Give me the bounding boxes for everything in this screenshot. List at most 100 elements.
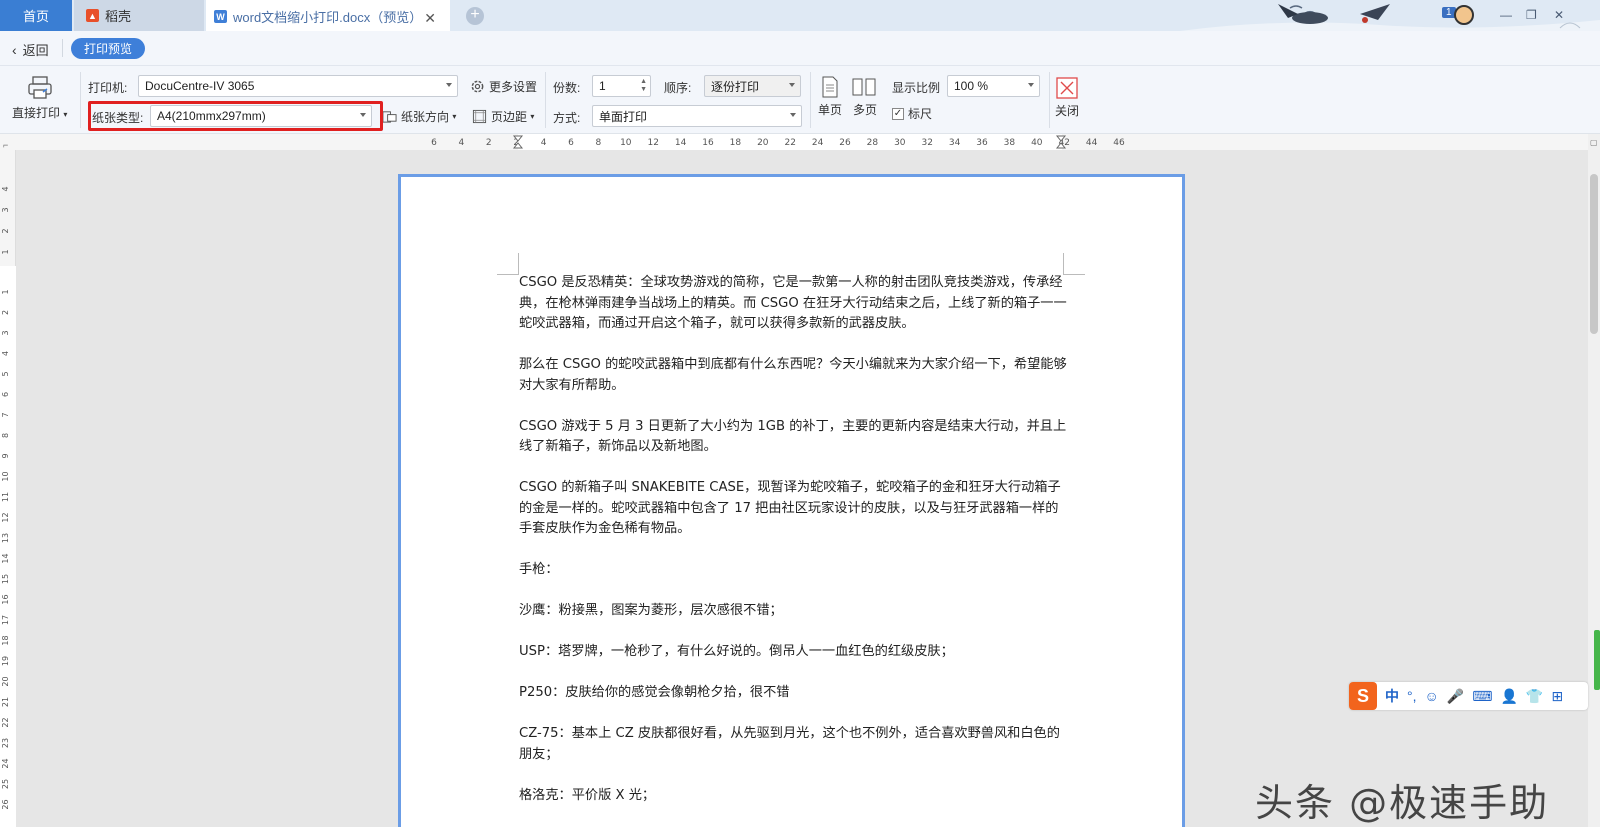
ruler-tick-label: 11 — [1, 492, 10, 502]
document-paragraph: CSGO 的新箱子叫 SNAKEBITE CASE，现暂译为蛇咬箱子，蛇咬箱子的… — [519, 480, 1061, 536]
document-paragraph: P250：皮肤给你的感觉会像朝枪夕拾，很不错 — [519, 685, 790, 700]
multi-page-icon — [852, 78, 876, 96]
tab-document-preview[interactable]: W word文档缩小打印.docx（预览） ✕ — [206, 0, 450, 31]
document-paragraph: CSGO 游戏于 5 月 3 日更新了大小约为 1GB 的补丁，主要的更新内容是… — [519, 418, 1067, 455]
ruler-tick-label: 10 — [1, 471, 10, 481]
ruler-tick-label: 22 — [784, 138, 795, 148]
dropdown-arrow-icon: ▾ — [530, 112, 535, 121]
skin-icon[interactable]: 👕 — [1526, 688, 1543, 705]
ruler-checkbox[interactable]: ✓ 标尺 — [892, 105, 932, 122]
print-preview-badge: 打印预览 — [71, 38, 145, 59]
ruler-tick-label: 23 — [1, 738, 10, 748]
ruler-tick-label: 12 — [1, 512, 10, 522]
ruler-tick-label: 19 — [1, 656, 10, 666]
minimize-icon[interactable]: — — [1500, 8, 1512, 22]
collate-order-select[interactable]: 逐份打印 — [704, 75, 801, 97]
horizontal-ruler: 6 4 2 2 4 6 8 10 12 14 16 18 20 22 24 26 28 30 32 34 36 38 40 4… — [0, 134, 1588, 150]
ime-toolbar[interactable]: S 中 °, ☺ 🎤 ⌨ 👤 👕 ⊞ — [1349, 682, 1588, 710]
keyboard-icon[interactable]: ⌨ — [1472, 688, 1492, 705]
tab-stop-icon[interactable]: ⌐ — [3, 140, 8, 150]
duplex-method-select[interactable]: 单面打印 — [592, 105, 802, 127]
checkbox-checked-icon[interactable]: ✓ — [892, 107, 904, 120]
ruler-tick-label: 6 — [431, 138, 437, 148]
multi-page-view-button[interactable]: 多页 — [852, 76, 878, 118]
watermark: 头条 @极速手助 — [1255, 781, 1550, 825]
close-preview-button[interactable]: 关闭 — [1055, 77, 1079, 119]
stepper-arrows-icon[interactable]: ▲ ▼ — [640, 78, 647, 94]
restore-icon[interactable]: ❐ — [1526, 8, 1537, 22]
ruler-tick-label: 26 — [839, 138, 851, 148]
divider — [810, 72, 811, 128]
copies-label: 份数: — [553, 81, 581, 95]
toolbox-icon[interactable]: ⊞ — [1551, 688, 1563, 705]
ruler-tick-label: 4 — [541, 138, 547, 148]
margins-button[interactable]: 页边距 ▾ — [472, 108, 534, 125]
microphone-icon[interactable]: 🎤 — [1447, 688, 1464, 705]
tab-home[interactable]: 首页 — [0, 0, 72, 31]
ruler-tick-label: 16 — [702, 138, 714, 148]
ruler-tick-label: 3 — [1, 207, 10, 212]
ruler-tick-label: 38 — [1004, 138, 1016, 148]
preview-subbar: ‹ 返回 打印预览 — [0, 31, 1600, 66]
chevron-down-icon — [446, 83, 452, 87]
back-button[interactable]: ‹ 返回 — [12, 40, 49, 59]
vertical-scrollbar[interactable]: ▢ — [1588, 134, 1600, 827]
window-close-icon[interactable]: ✕ — [1554, 8, 1564, 22]
ruler-tick-label: 6 — [568, 138, 574, 148]
ruler-tick-label: 14 — [1, 553, 10, 563]
zoom-select[interactable]: 100 % — [947, 75, 1040, 97]
divider — [80, 72, 81, 128]
ruler-tick-label: 8 — [1, 433, 10, 438]
tab-bar: 首页 ▲ 稻壳 W word文档缩小打印.docx（预览） ✕ + 1 — ❐ … — [0, 0, 1600, 31]
sogou-logo-icon[interactable]: S — [1349, 682, 1377, 710]
horizontal-ruler-ticks: 6 4 2 2 4 6 8 10 12 14 16 18 20 22 24 26 28 30 32 34 36 38 40 4… — [431, 134, 1125, 150]
avatar[interactable] — [1454, 5, 1474, 25]
user-icon[interactable]: 👤 — [1500, 688, 1517, 705]
ruler-tick-label: 28 — [867, 138, 879, 148]
close-icon[interactable]: ✕ — [424, 10, 436, 27]
margins-icon — [472, 109, 487, 124]
document-paragraph: CSGO 是反恐精英：全球攻势游戏的简称，它是一款第一人称的射击团队竞技类游戏，… — [519, 275, 1067, 331]
ime-punctuation-icon[interactable]: °, — [1407, 688, 1417, 704]
close-icon — [1056, 77, 1078, 99]
emoji-icon[interactable]: ☺ — [1425, 688, 1439, 704]
paper-type-highlight-box — [88, 101, 383, 131]
ruler-tick-label: 15 — [1, 574, 10, 584]
document-paragraph: USP：塔罗牌，一枪秒了，有什么好说的。倒吊人一一血红色的红级皮肤； — [519, 644, 954, 659]
document-paragraph: 格洛克：平价版 X 光； — [519, 787, 656, 803]
chevron-left-icon: ‹ — [12, 41, 17, 58]
ruler-tick-label: 2 — [1, 228, 10, 233]
chevron-down-icon — [790, 113, 796, 117]
chevron-down-icon — [789, 83, 795, 87]
printer-select[interactable]: DocuCentre-IV 3065 — [138, 75, 458, 97]
single-page-view-button[interactable]: 单页 — [818, 76, 842, 118]
direct-print-button[interactable]: 直接打印 ▾ — [12, 76, 67, 121]
document-paragraph: 沙鹰：粉接黑，图案为菱形，层次感很不错； — [519, 603, 783, 618]
printer-icon — [28, 76, 52, 99]
divider — [1049, 72, 1050, 128]
wps-writer-icon: W — [214, 10, 227, 23]
more-settings-button[interactable]: 更多设置 — [470, 78, 537, 95]
ruler-tick-label: 2 — [486, 138, 492, 148]
copies-stepper[interactable]: 1 ▲ ▼ — [592, 75, 651, 97]
ruler-tick-label: 4 — [1, 186, 10, 191]
ruler-tick-label: 17 — [1, 615, 10, 625]
document-page[interactable]: CSGO 是反恐精英：全球攻势游戏的简称，它是一款第一人称的射击团队竞技类游戏，… — [398, 174, 1185, 827]
ruler-tick-label: 4 — [459, 138, 465, 148]
scrollbar-thumb[interactable] — [1590, 174, 1598, 334]
ruler-tick-label: 4 — [1, 351, 10, 356]
paper-orientation-button[interactable]: 纸张方向 ▾ — [382, 108, 456, 125]
scroll-up-icon[interactable]: ▢ — [1590, 138, 1598, 147]
vertical-ruler-ticks: 4321123456789101112131415161718192021222… — [0, 186, 16, 827]
document-paragraph: 手枪： — [519, 562, 559, 577]
ruler-tick-label: 44 — [1086, 138, 1098, 148]
ruler-tick-label: 3 — [1, 330, 10, 335]
divider — [62, 39, 63, 57]
ruler-tick-label: 5 — [1, 371, 10, 376]
side-widget-bar[interactable] — [1594, 630, 1600, 690]
document-body: CSGO 是反恐精英：全球攻势游戏的简称，它是一款第一人称的射击团队竞技类游戏，… — [519, 273, 1067, 827]
ruler-tick-label: 12 — [647, 138, 658, 148]
ime-mode-chinese[interactable]: 中 — [1385, 686, 1399, 706]
tab-daoke[interactable]: ▲ 稻壳 — [74, 0, 204, 31]
add-tab-icon[interactable]: + — [466, 7, 484, 25]
